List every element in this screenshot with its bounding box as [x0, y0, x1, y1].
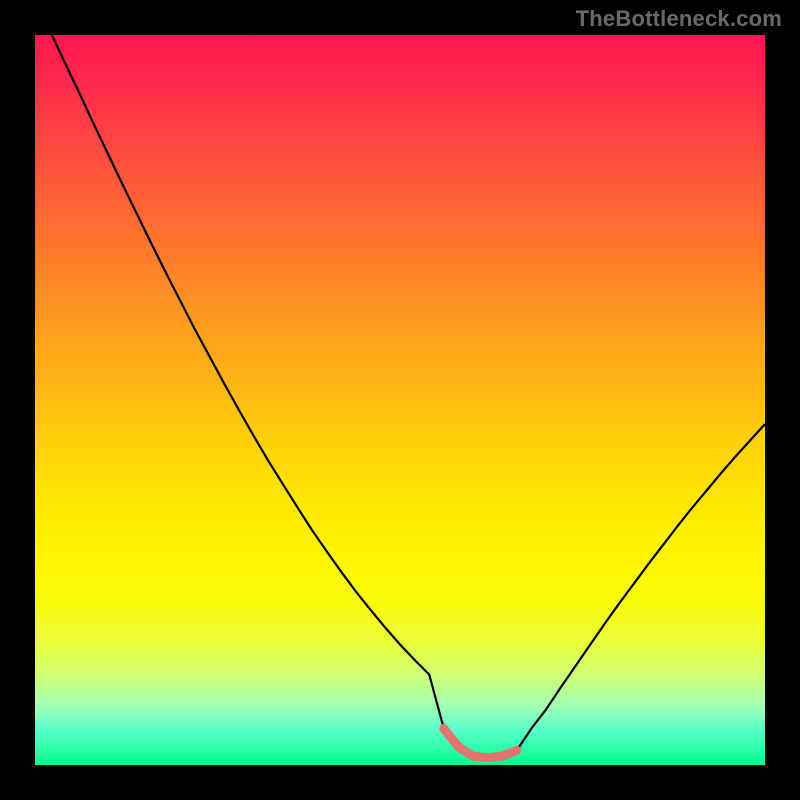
chart-stage: TheBottleneck.com: [0, 0, 800, 800]
bottleneck-curve: [35, 35, 765, 758]
curve-layer: [35, 35, 765, 765]
optimal-range-marker: [444, 729, 517, 758]
plot-area: [35, 35, 765, 765]
watermark-text: TheBottleneck.com: [576, 6, 782, 32]
